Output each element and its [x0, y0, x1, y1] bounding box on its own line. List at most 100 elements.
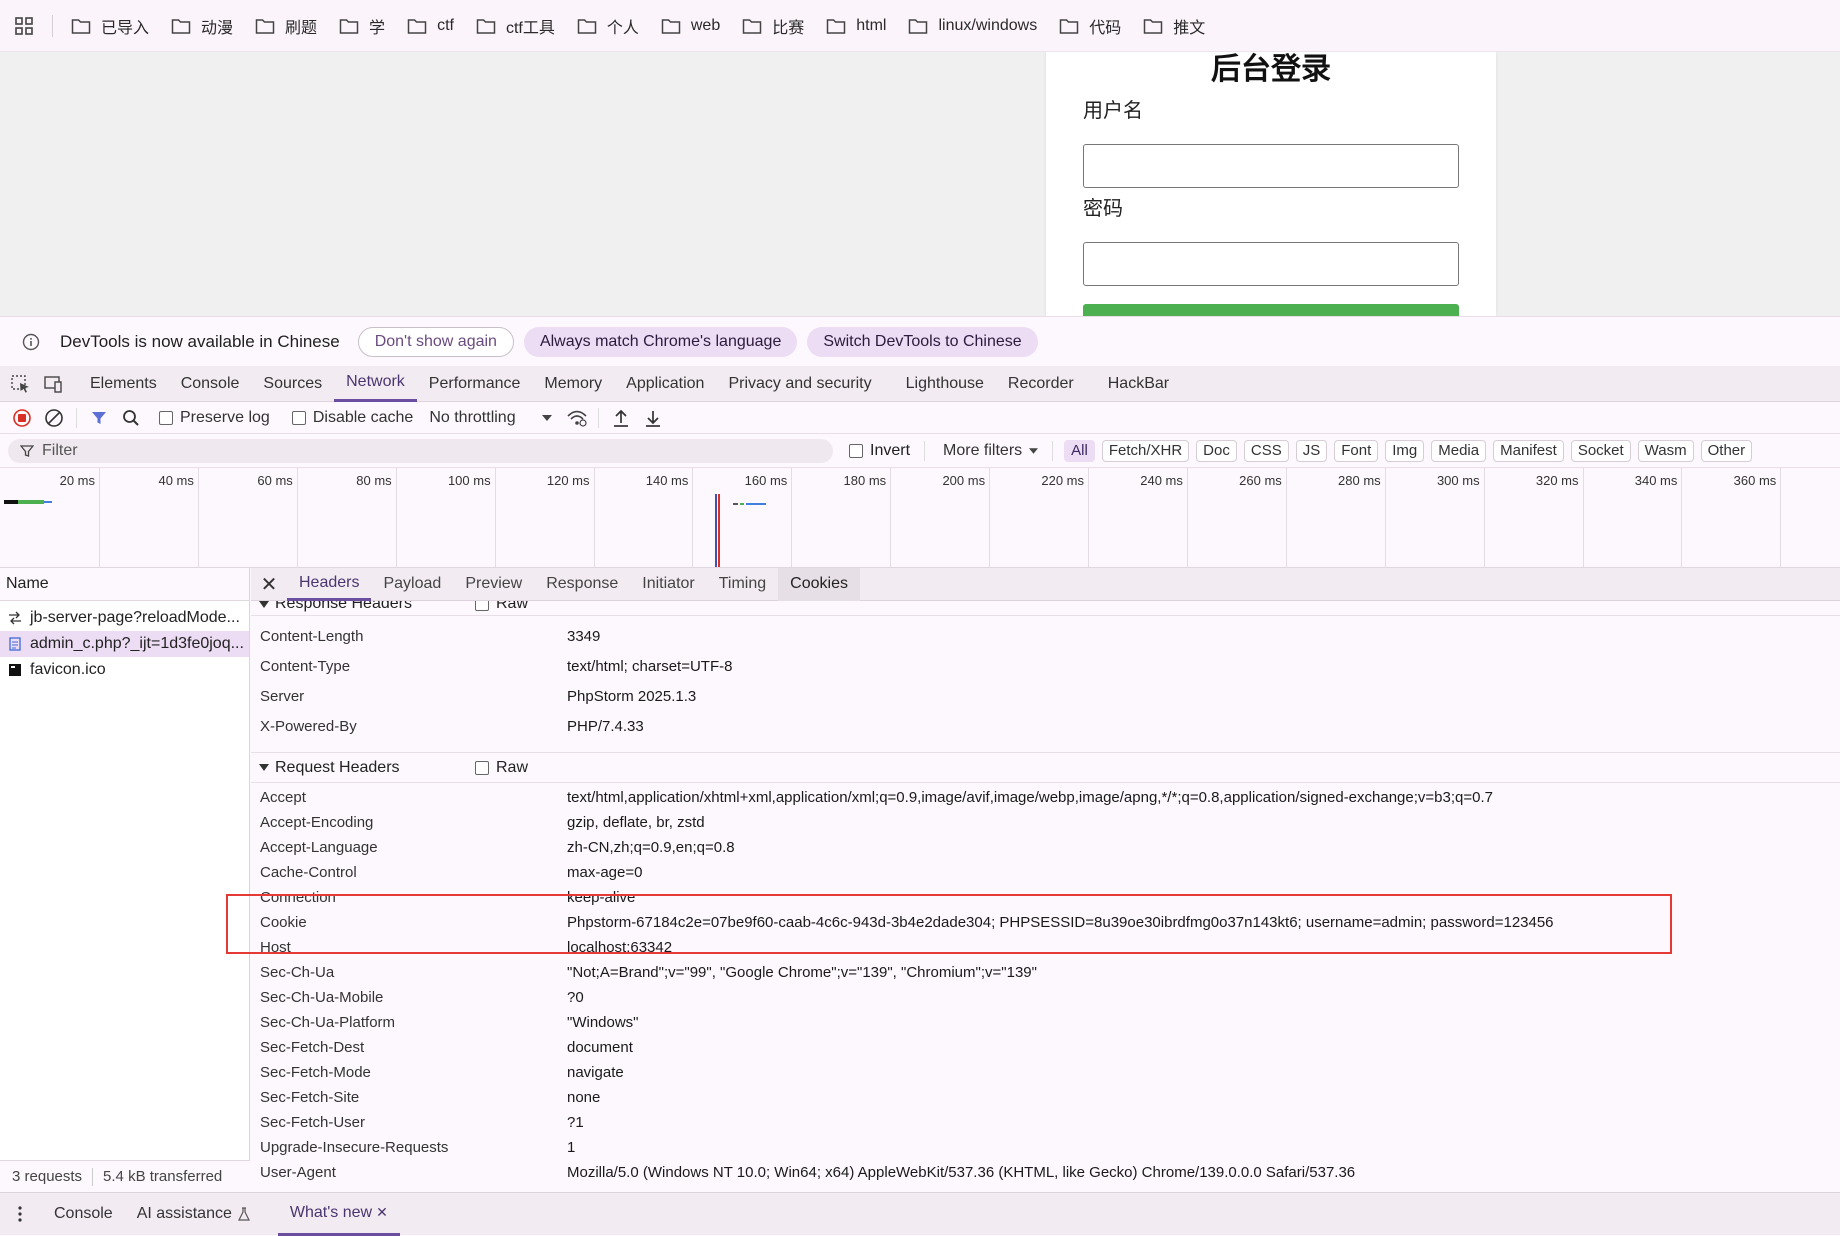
detail-tab-preview[interactable]: Preview	[453, 568, 534, 601]
tab-elements[interactable]: Elements	[78, 366, 169, 402]
invert-box[interactable]	[849, 443, 863, 458]
tab-performance[interactable]: Performance	[417, 366, 533, 402]
bookmark-folder[interactable]: html	[826, 14, 886, 38]
more-filters-dropdown[interactable]: More filters	[943, 442, 1039, 460]
resource-type-filters: All Fetch/XHR Doc CSS JS Font Img Media Manifest…	[1057, 439, 1753, 462]
export-har-icon[interactable]	[643, 408, 663, 428]
search-icon[interactable]	[121, 408, 141, 428]
tab-privacy-and-security[interactable]: Privacy and security	[716, 366, 883, 402]
request-headers-section-header[interactable]: Request Headers Raw	[251, 753, 1840, 783]
disable-cache-box[interactable]	[291, 410, 306, 425]
bookmark-folder[interactable]: 个人	[577, 14, 639, 38]
filter-type-socket[interactable]: Socket	[1570, 439, 1631, 462]
folder-icon	[742, 18, 762, 34]
switch-to-chinese-button[interactable]: Switch DevTools to Chinese	[807, 326, 1038, 357]
detail-tab-initiator[interactable]: Initiator	[630, 568, 706, 601]
import-har-icon[interactable]	[611, 408, 631, 428]
filter-type-all[interactable]: All	[1064, 439, 1095, 462]
bookmark-folder[interactable]: 刷题	[255, 14, 317, 38]
close-icon[interactable]: ✕	[251, 568, 287, 601]
always-match-language-button[interactable]: Always match Chrome's language	[523, 326, 798, 357]
preserve-log-box[interactable]	[159, 410, 173, 425]
filter-type-img[interactable]: Img	[1385, 439, 1425, 462]
more-options-icon[interactable]	[10, 1206, 30, 1222]
detail-tab-response[interactable]: Response	[534, 568, 630, 601]
response-raw-toggle[interactable]: Raw	[475, 601, 528, 613]
folder-icon	[827, 18, 846, 34]
detail-tab-cookies[interactable]: Cookies	[778, 568, 860, 601]
raw-checkbox[interactable]	[475, 760, 489, 775]
bookmark-folder[interactable]: 推文	[1143, 14, 1205, 38]
timeline-tick-label: 260 ms	[1239, 473, 1282, 488]
password-input[interactable]	[1083, 242, 1459, 286]
header-row: Content-Type text/html; charset=UTF-8	[251, 651, 1840, 681]
drawer-tab-ai-assistance[interactable]: AI assistance	[125, 1193, 262, 1236]
clear-icon[interactable]	[44, 408, 64, 428]
detail-tab-payload[interactable]: Payload	[371, 568, 453, 601]
flask-icon	[237, 1207, 250, 1221]
raw-checkbox[interactable]	[475, 601, 489, 611]
bookmark-folder[interactable]: 学	[339, 14, 385, 38]
header-row: Accept text/html,application/xhtml+xml,ap…	[251, 785, 1840, 810]
drawer-tab-whats-new[interactable]: What's new ✕	[277, 1193, 400, 1236]
password-label: 密码	[1083, 198, 1123, 220]
preserve-log-checkbox[interactable]: Preserve log	[159, 409, 270, 427]
invert-checkbox[interactable]: Invert	[849, 442, 910, 460]
close-icon[interactable]: ✕	[376, 1204, 388, 1221]
drawer-tab-console[interactable]: Console	[42, 1193, 125, 1236]
response-headers-section-header[interactable]: Response Headers Raw	[251, 601, 1840, 615]
request-row[interactable]: jb-server-page?reloadMode...	[0, 605, 249, 631]
header-value: text/html; charset=UTF-8	[567, 657, 733, 675]
device-toolbar-icon[interactable]	[42, 374, 64, 394]
login-button[interactable]	[1083, 304, 1459, 316]
bookmark-label: 学	[369, 19, 386, 37]
bookmark-folder[interactable]: web	[661, 14, 720, 38]
filter-type-manifest[interactable]: Manifest	[1493, 439, 1564, 462]
filter-funnel-icon[interactable]	[89, 408, 109, 428]
response-headers-title: Response Headers	[275, 601, 412, 612]
throttling-select[interactable]: No throttling	[429, 409, 552, 427]
disable-cache-checkbox[interactable]: Disable cache	[291, 409, 413, 427]
filter-type-fetch-xhr[interactable]: Fetch/XHR	[1101, 439, 1190, 462]
username-input[interactable]	[1083, 144, 1459, 188]
request-raw-toggle[interactable]: Raw	[475, 759, 528, 777]
filter-type-font[interactable]: Font	[1334, 439, 1379, 462]
request-row[interactable]: favicon.ico	[0, 657, 249, 683]
filter-type-css[interactable]: CSS	[1243, 439, 1289, 462]
waterfall-bar-jb-server-tail	[44, 501, 52, 503]
bookmark-folder[interactable]: 动漫	[171, 14, 233, 38]
bookmark-folder[interactable]: ctf	[407, 14, 454, 38]
filter-input[interactable]: Filter	[8, 438, 833, 463]
apps-grid-icon[interactable]	[14, 16, 34, 36]
timeline-tick-label: 40 ms	[158, 473, 194, 488]
tab-application[interactable]: Application	[614, 366, 716, 402]
timeline-gridline	[593, 468, 595, 567]
network-conditions-icon[interactable]	[566, 408, 587, 428]
bookmark-folder[interactable]: 比赛	[742, 14, 804, 38]
tab-network[interactable]: Network	[334, 366, 417, 402]
dont-show-again-button[interactable]: Don't show again	[357, 326, 514, 357]
bookmark-folder[interactable]: 已导入	[71, 14, 149, 38]
tab-memory[interactable]: Memory	[532, 366, 614, 402]
tab-lighthouse[interactable]: Lighthouse	[894, 366, 996, 402]
tab-console[interactable]: Console	[169, 366, 252, 402]
bookmark-folder[interactable]: ctf工具	[476, 14, 555, 38]
filter-type-js[interactable]: JS	[1295, 439, 1328, 462]
filter-type-other[interactable]: Other	[1700, 439, 1753, 462]
section-divider	[251, 741, 1840, 753]
tab-hackbar[interactable]: HackBar	[1096, 366, 1181, 402]
request-row-selected[interactable]: admin_c.php?_ijt=1d3fe0joq...	[0, 631, 249, 657]
filter-type-doc[interactable]: Doc	[1196, 439, 1237, 462]
record-stop-icon[interactable]	[12, 408, 32, 428]
filter-type-media[interactable]: Media	[1431, 439, 1487, 462]
tab-sources[interactable]: Sources	[251, 366, 334, 402]
detail-tab-headers[interactable]: Headers	[287, 568, 372, 601]
name-column-header[interactable]: Name	[0, 568, 249, 601]
filter-type-wasm[interactable]: Wasm	[1637, 439, 1694, 462]
tab-recorder[interactable]: Recorder	[996, 366, 1086, 402]
inspect-element-icon[interactable]	[10, 374, 32, 394]
bookmark-folder[interactable]: linux/windows	[908, 14, 1037, 38]
detail-tab-timing[interactable]: Timing	[707, 568, 778, 601]
bookmark-folder[interactable]: 代码	[1059, 14, 1121, 38]
header-row: Sec-Fetch-User ?1	[251, 1110, 1840, 1135]
